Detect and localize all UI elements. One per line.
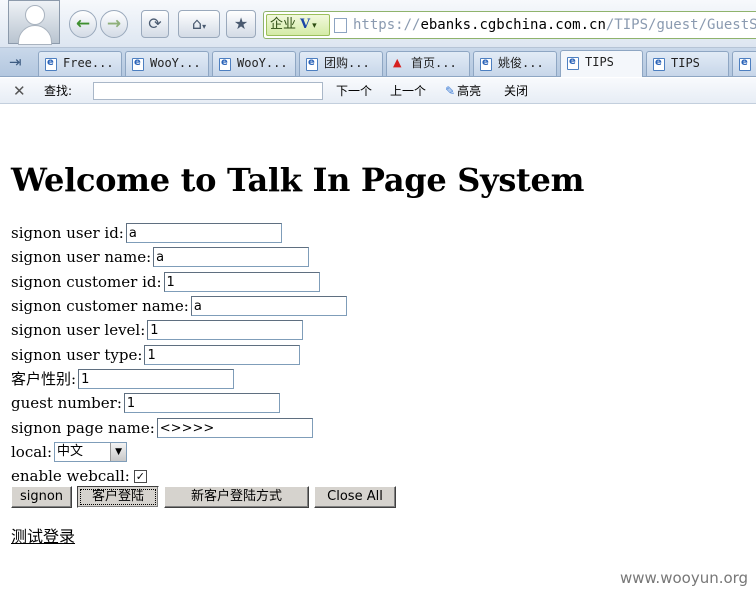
field-row-user-name: signon user name: <box>11 245 310 269</box>
guest-number-input[interactable] <box>123 393 280 413</box>
tab-label: 首页... <box>411 56 457 70</box>
gender-input[interactable] <box>78 369 235 389</box>
page-title: Welcome to Talk In Page System <box>11 161 585 199</box>
tab-overflow[interactable] <box>732 51 756 76</box>
tab-tips-active[interactable]: TIPS <box>560 50 643 77</box>
user-avatar-icon[interactable] <box>8 0 60 45</box>
local-select[interactable]: 中文 ▼ <box>54 442 128 462</box>
field-label: signon user id: <box>11 224 124 242</box>
tab-label: 团购... <box>324 56 370 70</box>
field-label: local: <box>11 443 53 461</box>
tab-bar: ⇥ Free... WooY... WooY... 团购... 首页... 姚俊… <box>0 48 756 77</box>
tab-group-buy[interactable]: 团购... <box>299 51 383 76</box>
field-row-user-level: signon user level: <box>11 318 304 342</box>
field-label: signon user level: <box>11 321 146 339</box>
refresh-icon[interactable]: ⟳ <box>141 10 169 38</box>
address-bar[interactable]: 企业 V ▾ https://ebanks.cgbchina.com.cn/TIPS… <box>263 11 756 39</box>
find-input[interactable] <box>93 82 323 100</box>
url-path: /TIPS/guest/GuestSi <box>605 17 756 33</box>
ie-page-icon <box>219 53 231 73</box>
find-bar: ✕ 查找: 下一个 上一个 ✎ 高亮 关闭 <box>0 78 756 104</box>
field-row-user-type: signon user type: <box>11 343 301 367</box>
customer-name-input[interactable] <box>190 296 347 316</box>
field-row-guest-number: guest number: <box>11 391 280 415</box>
tab-label: 姚俊... <box>498 56 544 70</box>
find-next-button[interactable]: 下一个 <box>336 78 372 104</box>
field-row-local: local: 中文 ▼ <box>11 440 128 464</box>
enterprise-verified-badge[interactable]: 企业 V ▾ <box>266 14 330 36</box>
tab-label: TIPS <box>585 55 614 69</box>
ie-page-icon <box>567 52 579 72</box>
find-close-button[interactable]: 关闭 <box>504 78 528 104</box>
sidebar-toggle-icon[interactable]: ⇥ <box>9 52 22 72</box>
pen-icon: ✎ <box>445 84 456 98</box>
ie-page-icon <box>739 53 751 73</box>
home-icon[interactable]: ⌂▾ <box>178 10 220 38</box>
field-label: signon user name: <box>11 248 152 266</box>
tab-free[interactable]: Free... <box>38 51 122 76</box>
signon-button[interactable]: signon <box>11 486 72 508</box>
highlight-button[interactable]: ✎ 高亮 <box>445 78 481 104</box>
close-all-button[interactable]: Close All <box>314 486 396 508</box>
local-selected-value: 中文 <box>57 444 84 459</box>
url-prefix: https:// <box>353 17 421 33</box>
url-domain: ebanks.cgbchina.com.cn <box>420 17 606 33</box>
field-label: signon customer id: <box>11 273 162 291</box>
field-label: 客户性别: <box>11 370 77 388</box>
back-arrow-icon[interactable]: ← <box>69 10 97 38</box>
highlight-label: 高亮 <box>457 84 482 98</box>
navigation-toolbar: ← → ⟳ ⌂▾ ★ 企业 V ▾ https://ebanks.cgbchina.… <box>0 0 756 48</box>
ie-page-icon <box>306 53 318 73</box>
field-row-customer-id: signon customer id: <box>11 270 320 294</box>
field-label: guest number: <box>11 394 122 412</box>
field-label: signon page name: <box>11 419 155 437</box>
ie-page-icon <box>45 53 57 73</box>
page-icon <box>334 18 347 33</box>
test-login-link[interactable]: 测试登录 <box>11 526 75 548</box>
tab-home[interactable]: 首页... <box>386 51 470 76</box>
tab-label: WooY... <box>237 56 288 70</box>
field-label: signon user type: <box>11 346 143 364</box>
field-label: signon customer name: <box>11 297 189 315</box>
field-row-webcall: enable webcall: ✓ <box>11 464 147 488</box>
tab-label: TIPS <box>671 56 700 70</box>
ie-page-icon <box>480 53 492 73</box>
user-name-input[interactable] <box>153 247 310 267</box>
chevron-down-icon[interactable]: ▼ <box>110 443 127 461</box>
customer-login-button[interactable]: 客户登陆 <box>77 486 159 508</box>
tab-label: Free... <box>63 56 114 70</box>
tab-label: WooY... <box>150 56 201 70</box>
page-name-input[interactable] <box>156 418 313 438</box>
field-row-gender: 客户性别: <box>11 367 235 391</box>
tab-tips[interactable]: TIPS <box>646 51 729 76</box>
field-row-user-id: signon user id: <box>11 221 282 245</box>
webcall-checkbox[interactable]: ✓ <box>133 469 147 483</box>
user-level-input[interactable] <box>147 320 304 340</box>
customer-id-input[interactable] <box>163 272 320 292</box>
find-label: 查找: <box>44 84 73 98</box>
tab-yao[interactable]: 姚俊... <box>473 51 557 76</box>
close-icon[interactable]: ✕ <box>13 78 26 104</box>
field-row-page-name: signon page name: <box>11 416 313 440</box>
favorites-star-icon[interactable]: ★ <box>226 10 256 38</box>
field-label: enable webcall: <box>11 467 130 485</box>
ie-page-icon <box>132 53 144 73</box>
ie-page-icon <box>653 53 665 73</box>
watermark: www.wooyun.org <box>620 569 749 587</box>
tab-wooyun-1[interactable]: WooY... <box>125 51 209 76</box>
find-prev-button[interactable]: 上一个 <box>390 78 426 104</box>
red-logo-icon <box>393 53 405 73</box>
url-text[interactable]: https://ebanks.cgbchina.com.cn/TIPS/gues… <box>353 16 756 34</box>
user-type-input[interactable] <box>144 345 301 365</box>
forward-arrow-icon[interactable]: → <box>100 10 128 38</box>
field-row-customer-name: signon customer name: <box>11 294 347 318</box>
new-customer-login-button[interactable]: 新客户登陆方式 <box>164 486 309 508</box>
tab-wooyun-2[interactable]: WooY... <box>212 51 296 76</box>
user-id-input[interactable] <box>125 223 282 243</box>
